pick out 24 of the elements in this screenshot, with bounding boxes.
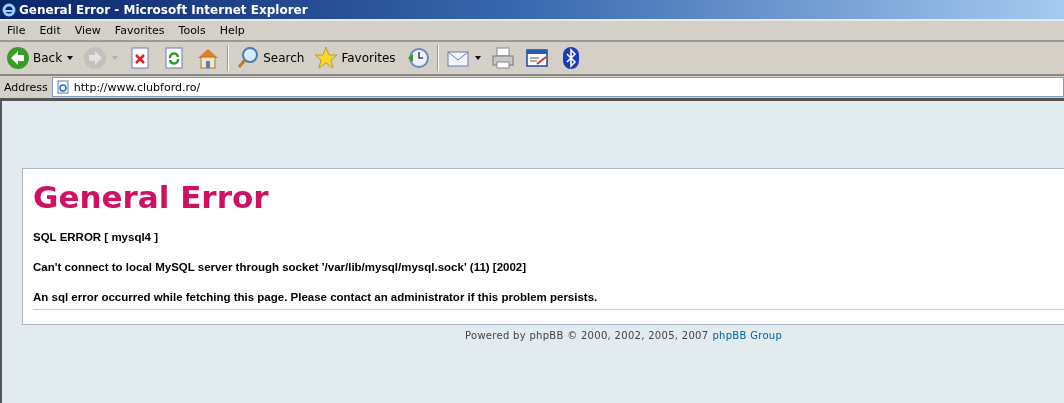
error-message: An sql error occurred while fetching this page. Please contact an administrator if this problem persists. [33,291,599,303]
menu-item[interactable]: Favorites [107,24,172,37]
search-icon [236,46,261,70]
window-title: General Error - Microsoft Internet Explorer [19,2,308,17]
error-heading: General Error [33,179,270,215]
browser-logo-icon [2,2,16,17]
footer-text: Powered by phpBB © 2000, 2002, 2005, 2007 [465,330,709,341]
error-message: SQL ERROR [ mysql4 ] [33,231,160,243]
error-message: Can't connect to local MySQL server through socket '/var/lib/mysql/mysql.sock' (11) [2002] [33,261,528,273]
footer-link[interactable]: phpBB Group [712,330,783,341]
address-field[interactable]: http://www.clubford.ro/ [51,77,1064,97]
printer-icon [490,46,515,70]
menu-item[interactable]: Tools [171,24,213,37]
menu-item[interactable]: View [67,24,108,37]
star-icon [314,46,339,70]
address-label: Address [4,80,48,94]
back-button[interactable]: Back [3,44,77,72]
document-pencil-icon [524,46,549,70]
menu-item[interactable]: Edit [32,24,68,37]
menu-item[interactable]: File [0,24,33,37]
page-icon [55,80,70,94]
search-button[interactable]: Search [233,44,308,72]
favorites-button[interactable]: Favorites [311,44,399,72]
menu-item[interactable]: Help [212,24,252,37]
